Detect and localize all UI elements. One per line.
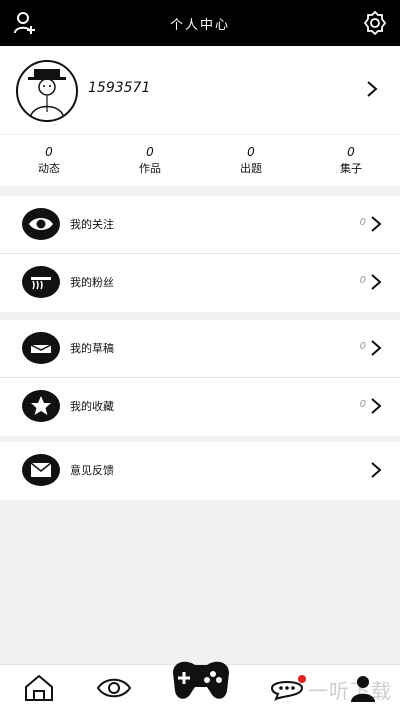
chevron-right-icon[interactable] — [366, 80, 378, 98]
menu-count: 0 — [359, 275, 366, 286]
stat-label: 集子 — [340, 162, 362, 175]
page-title: 个人中心 — [169, 18, 230, 33]
avatar[interactable] — [16, 60, 78, 122]
eye-icon[interactable] — [95, 673, 133, 703]
menu-item-drafts[interactable]: 我的草稿 0 — [0, 320, 400, 378]
stat-label: 动态 — [38, 162, 60, 175]
top-bar: 个人中心 — [0, 0, 400, 46]
fans-icon — [22, 266, 60, 298]
chevron-right-icon — [371, 340, 382, 356]
menu-label: 意见反馈 — [70, 464, 114, 477]
stat-label: 作品 — [139, 162, 161, 175]
menu-item-follows[interactable]: 我的关注 0 — [0, 196, 400, 254]
profile-header[interactable]: 1593571 — [0, 46, 400, 134]
chevron-right-icon — [371, 274, 382, 290]
draft-icon — [22, 332, 60, 364]
stat-collections[interactable]: 0 集子 — [321, 145, 381, 176]
menu-label: 我的关注 — [70, 218, 114, 231]
menu-count: 0 — [359, 341, 366, 352]
chat-icon[interactable] — [268, 673, 308, 703]
user-icon[interactable] — [348, 673, 378, 703]
avatar-illustration — [28, 69, 66, 120]
menu-item-favorites[interactable]: 我的收藏 0 — [0, 378, 400, 436]
gear-icon[interactable] — [362, 10, 388, 36]
stat-dynamics[interactable]: 0 动态 — [19, 145, 79, 176]
stat-count: 0 — [347, 145, 355, 159]
menu-label: 我的收藏 — [70, 400, 114, 413]
stat-label: 出题 — [240, 162, 262, 175]
menu-count: 0 — [359, 217, 366, 228]
gamepad-icon[interactable] — [167, 653, 235, 707]
menu-group-social: 我的关注 0 我的粉丝 0 — [0, 196, 400, 312]
star-icon — [22, 390, 60, 422]
eye-icon — [22, 208, 60, 240]
mail-icon — [22, 454, 60, 486]
chevron-right-icon — [371, 216, 382, 232]
menu-label: 我的草稿 — [70, 342, 114, 355]
home-icon[interactable] — [22, 673, 56, 703]
stat-count: 0 — [146, 145, 154, 159]
stat-count: 0 — [45, 145, 53, 159]
stat-questions[interactable]: 0 出题 — [221, 145, 281, 176]
menu-label: 我的粉丝 — [70, 276, 114, 289]
menu-item-fans[interactable]: 我的粉丝 0 — [0, 254, 400, 312]
stat-works[interactable]: 0 作品 — [120, 145, 180, 176]
bottom-nav: 一听下载 — [0, 661, 400, 710]
stats-bar: 0 动态 0 作品 0 出题 0 集子 — [0, 134, 400, 186]
menu-item-feedback[interactable]: 意见反馈 — [0, 442, 400, 500]
menu-group-feedback: 意见反馈 — [0, 442, 400, 500]
chevron-right-icon — [371, 398, 382, 414]
chevron-right-icon — [371, 462, 382, 478]
menu-group-content: 我的草稿 0 我的收藏 0 — [0, 320, 400, 436]
menu-count: 0 — [359, 399, 366, 410]
username: 1593571 — [88, 80, 151, 96]
stat-count: 0 — [247, 145, 255, 159]
